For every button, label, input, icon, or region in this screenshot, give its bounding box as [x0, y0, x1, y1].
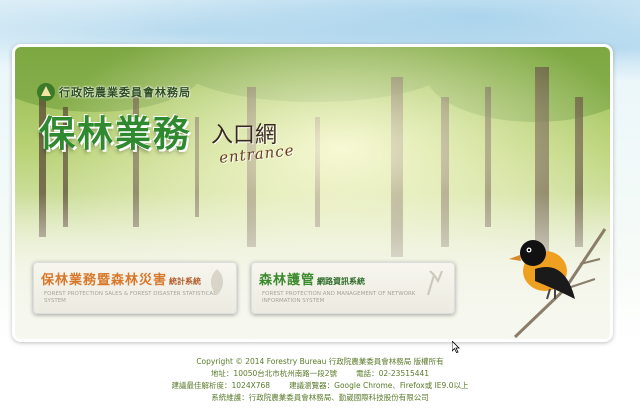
agency-header: 行政院農業委員會林務局 — [37, 83, 191, 101]
button-label: 保林業務暨森林災害 統計系統 — [41, 273, 202, 288]
button-subtitle: FOREST PROTECTION SALES & FOREST DISASTE… — [44, 291, 217, 304]
agency-name: 行政院農業委員會林務局 — [59, 86, 191, 99]
bird-icon — [509, 228, 607, 339]
phone-text: 電話：02-23515441 — [356, 369, 430, 378]
copyright-text: Copyright © 2014 Forestry Bureau 行政院農業委員… — [196, 357, 444, 366]
portal-title: 保林業務 — [39, 113, 192, 155]
browser-text: 建議瀏覽器：Google Chrome、Firefox或 IE9.0以上 — [289, 381, 469, 390]
button-subtitle: FOREST PROTECTION AND MANAGEMENT OF NETW… — [262, 291, 416, 304]
resolution-text: 建議最佳解析度：1024X768 — [171, 381, 271, 390]
site-footer: Copyright © 2014 Forestry Bureau 行政院農業委員… — [0, 356, 640, 404]
forestry-bureau-logo-icon — [37, 83, 55, 101]
forest-disaster-statistics-button[interactable]: 保林業務暨森林災害 統計系統 FOREST PROTECTION SALES & … — [33, 262, 237, 314]
leaf-icon — [210, 269, 224, 295]
requirements-row: 建議最佳解析度：1024X768 建議瀏覽器：Google Chrome、Fir… — [0, 380, 640, 392]
patrol-icon — [427, 270, 443, 296]
button-label: 森林護管 網路資訊系統 — [259, 273, 366, 288]
maintainer-text: 系統維護：行政院農業委員會林務局、勤崴國際科技股份有限公司 — [211, 393, 429, 402]
contact-row: 地址：10050台北市杭州南路一段2號 電話：02-23515441 — [0, 368, 640, 380]
address-text: 地址：10050台北市杭州南路一段2號 — [210, 369, 338, 378]
forest-patrol-management-button[interactable]: 森林護管 網路資訊系統 FOREST PROTECTION AND MANAGEM… — [251, 262, 455, 314]
mouse-pointer-icon — [452, 341, 460, 353]
